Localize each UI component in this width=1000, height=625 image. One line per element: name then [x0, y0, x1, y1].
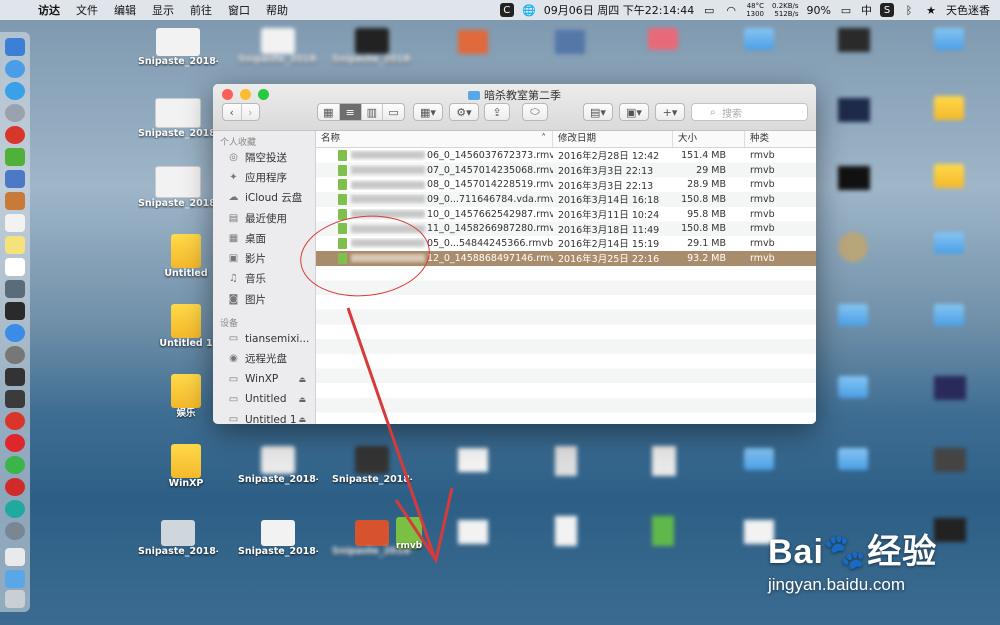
- watermark-url: jingyan.baidu.com: [768, 575, 906, 594]
- watermark-brand: Bai🐾经验: [768, 533, 938, 571]
- watermark: Bai🐾经验 jingyan.baidu.com: [768, 524, 937, 595]
